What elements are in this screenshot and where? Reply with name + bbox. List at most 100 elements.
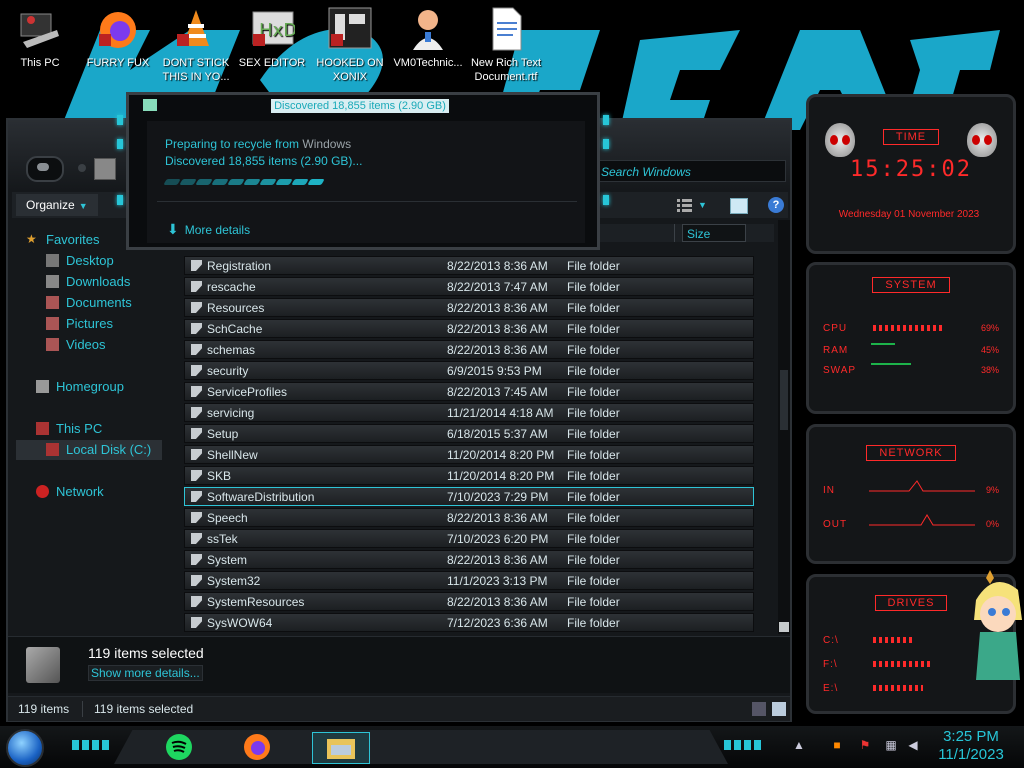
file-row[interactable]: System 8/22/2013 8:36 AM File folder <box>184 550 754 569</box>
net-in-label: IN <box>823 485 835 496</box>
back-button[interactable] <box>26 156 64 182</box>
cartoon-character-sticker <box>974 570 1022 680</box>
volume-icon[interactable]: ◀ <box>906 738 920 752</box>
file-name: ServiceProfiles <box>207 385 288 399</box>
firefox-icon <box>95 6 141 52</box>
desktop-icon-this-pc[interactable]: This PC <box>0 6 80 70</box>
file-date: 8/22/2013 8:36 AM <box>447 343 548 357</box>
file-row[interactable]: schemas 8/22/2013 8:36 AM File folder <box>184 340 754 359</box>
desktop-icon-vm0technic[interactable]: VM0Technic... <box>388 6 468 70</box>
details-view-icon[interactable] <box>752 702 766 716</box>
file-explorer-app-icon[interactable] <box>312 732 370 764</box>
large-icons-view-icon[interactable] <box>772 702 786 716</box>
file-type: File folder <box>567 322 620 336</box>
nav-local-disk[interactable]: Local Disk (C:) <box>16 440 162 460</box>
file-row[interactable]: servicing 11/21/2014 4:18 AM File folder <box>184 403 754 422</box>
progress-segment <box>243 179 261 185</box>
folder-icon <box>191 365 202 376</box>
cpu-label: CPU <box>823 323 848 334</box>
spotify-app-icon[interactable] <box>164 732 194 762</box>
search-input[interactable]: Search Windows <box>594 160 786 182</box>
help-icon[interactable]: ? <box>768 197 784 213</box>
network-gadget[interactable]: NETWORK IN 9% OUT 0% <box>806 424 1016 564</box>
network-tray-icon[interactable]: ▦ <box>884 738 898 752</box>
file-row[interactable]: ssTek 7/10/2023 6:20 PM File folder <box>184 529 754 548</box>
file-row[interactable]: SoftwareDistribution 7/10/2023 7:29 PM Fil… <box>184 487 754 506</box>
file-row[interactable]: Resources 8/22/2013 8:36 AM File folder <box>184 298 754 317</box>
file-row[interactable]: SchCache 8/22/2013 8:36 AM File folder <box>184 319 754 338</box>
file-row[interactable]: SysWOW64 7/12/2023 6:36 AM File folder <box>184 613 754 632</box>
file-date: 6/9/2015 9:53 PM <box>447 364 542 378</box>
file-type: File folder <box>567 595 620 609</box>
start-button[interactable] <box>6 729 44 767</box>
status-bar: 119 items 119 items selected <box>8 696 790 721</box>
forward-button[interactable] <box>78 164 86 172</box>
address-bar-icon[interactable] <box>94 158 116 180</box>
drive-e-label: E:\ <box>823 683 839 694</box>
system-gadget[interactable]: SYSTEM CPU 69% RAM 45% SWAP 38% <box>806 262 1016 414</box>
drives-title-text: DRIVES <box>874 595 948 611</box>
more-details-button[interactable]: ⬇ More details <box>167 221 250 238</box>
arrow-down-icon: ⬇ <box>167 221 179 237</box>
file-date: 8/22/2013 8:36 AM <box>447 322 548 336</box>
file-row[interactable]: SystemResources 8/22/2013 8:36 AM File fol… <box>184 592 754 611</box>
progress-segment <box>211 179 229 185</box>
view-options-icon[interactable] <box>674 196 696 214</box>
computer-icon <box>17 6 63 52</box>
firefox-app-icon[interactable] <box>242 732 272 762</box>
scrollbar-thumb[interactable] <box>780 370 788 430</box>
desktop-icon-xonix-shortcut[interactable]: HOOKED ON XONIX <box>310 6 390 84</box>
tray-overflow-icon[interactable]: ▲ <box>792 738 806 752</box>
drive-c-label: C:\ <box>823 635 839 646</box>
view-chevron-icon[interactable]: ▼ <box>698 196 710 214</box>
file-row[interactable]: ServiceProfiles 8/22/2013 7:45 AM File fol… <box>184 382 754 401</box>
file-type: File folder <box>567 406 620 420</box>
folder-icon <box>191 491 202 502</box>
net-out-label: OUT <box>823 519 848 530</box>
folder-icon <box>191 428 202 439</box>
ram-value: 45% <box>980 345 999 355</box>
taskbar-clock[interactable]: 3:25 PM 11/1/2023 <box>930 728 1012 764</box>
file-row[interactable]: SKB 11/20/2014 8:20 PM File folder <box>184 466 754 485</box>
file-row[interactable]: Setup 6/18/2015 5:37 AM File folder <box>184 424 754 443</box>
folder-icon <box>191 449 202 460</box>
show-more-details-link[interactable]: Show more details... <box>88 665 203 681</box>
drive-f-bar <box>873 661 933 667</box>
desktop-icon-hxd-shortcut[interactable]: HxD SEX EDITOR <box>232 6 312 70</box>
file-row[interactable]: System32 11/1/2023 3:13 PM File folder <box>184 571 754 590</box>
taskbar-date: 11/1/2023 <box>938 746 1004 763</box>
folder-icon <box>191 512 202 523</box>
organize-button[interactable]: Organize ▼ <box>16 194 98 216</box>
clock-gadget[interactable]: TIME 15:25:02 Wednesday 01 November 2023 <box>806 94 1016 254</box>
file-type: File folder <box>567 574 620 588</box>
file-date: 8/22/2013 8:36 AM <box>447 301 548 315</box>
file-row[interactable]: ShellNew 11/20/2014 8:20 PM File folder <box>184 445 754 464</box>
desktop-icon-rtf-document[interactable]: New Rich Text Document.rtf <box>466 6 546 84</box>
file-row[interactable]: Speech 8/22/2013 8:36 AM File folder <box>184 508 754 527</box>
vertical-scrollbar[interactable] <box>778 220 790 634</box>
file-row[interactable]: security 6/9/2015 9:53 PM File folder <box>184 361 754 380</box>
file-name: System <box>207 553 248 567</box>
scroll-down-icon[interactable] <box>779 622 789 632</box>
action-center-flag-icon[interactable]: ⚑ <box>858 738 872 752</box>
column-header-size[interactable]: Size <box>682 224 746 242</box>
preview-pane-icon[interactable] <box>730 198 748 214</box>
folder-icon <box>191 470 202 481</box>
folder-icon <box>191 407 202 418</box>
desktop-icon-vlc-shortcut[interactable]: DONT STICK THIS IN YO... <box>156 6 236 84</box>
file-row[interactable]: rescache 8/22/2013 7:47 AM File folder <box>184 277 754 296</box>
desktop-icon-firefox-shortcut[interactable]: FURRY FUX <box>78 6 158 70</box>
taskbar-plate <box>114 730 728 764</box>
clock-title-text: TIME <box>882 129 940 145</box>
vlc-cone-icon <box>173 6 219 52</box>
swap-value: 38% <box>980 365 999 375</box>
file-row[interactable]: Registration 8/22/2013 8:36 AM File folder <box>184 256 754 275</box>
doctor-icon <box>405 6 451 52</box>
progress-segment <box>259 179 277 185</box>
more-details-label: More details <box>184 223 251 237</box>
network-title: NETWORK <box>809 445 1013 461</box>
file-list: Registration 8/22/2013 8:36 AM File folder… <box>184 256 754 634</box>
system-title-text: SYSTEM <box>872 277 950 293</box>
tray-app-icon[interactable]: ■ <box>830 738 844 752</box>
documents-folder-icon <box>46 296 59 309</box>
